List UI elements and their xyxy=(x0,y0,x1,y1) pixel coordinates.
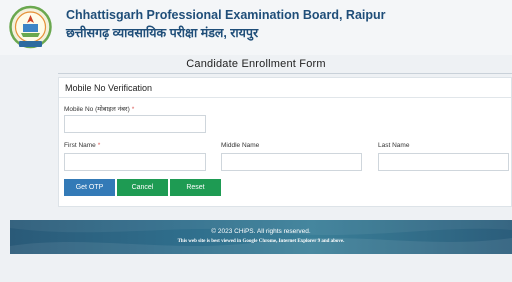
page-title: Candidate Enrollment Form xyxy=(186,58,326,70)
first-name-label-text: First Name xyxy=(64,142,96,149)
required-mark: * xyxy=(131,106,135,113)
mobile-label-text: Mobile No (मोबाइल नंबर) xyxy=(64,106,130,113)
last-name-label: Last Name xyxy=(378,142,410,149)
get-otp-button[interactable]: Get OTP xyxy=(64,179,115,196)
footer-wave-decoration xyxy=(10,220,512,254)
first-name-input[interactable] xyxy=(64,153,206,171)
mobile-label: Mobile No (मोबाइल नंबर) * xyxy=(64,104,134,113)
middle-name-label: Middle Name xyxy=(221,142,260,149)
site-footer: © 2023 CHiPS. All rights reserved. This … xyxy=(10,220,512,254)
section-title: Mobile No Verification xyxy=(65,83,153,93)
site-header: Chhattisgarh Professional Examination Bo… xyxy=(0,0,512,55)
footer-browser-note: This web site is best viewed in Google C… xyxy=(177,239,345,244)
org-name-hindi: छत्तीसगढ़ व्यावसायिक परीक्षा मंडल, रायपु… xyxy=(66,26,259,40)
vyapam-emblem-icon xyxy=(9,5,52,49)
reset-button[interactable]: Reset xyxy=(170,179,221,196)
first-name-label: First Name * xyxy=(64,142,100,149)
enrollment-form-card: Mobile No Verification Mobile No (मोबाइल… xyxy=(58,77,512,207)
org-name-english: Chhattisgarh Professional Examination Bo… xyxy=(66,8,386,22)
last-name-input[interactable] xyxy=(378,153,509,171)
mobile-input[interactable] xyxy=(64,115,206,133)
footer-copyright: © 2023 CHiPS. All rights reserved. xyxy=(211,228,311,235)
middle-name-input[interactable] xyxy=(221,153,362,171)
title-divider xyxy=(58,73,512,74)
required-mark: * xyxy=(97,142,101,149)
card-header: Mobile No Verification xyxy=(59,78,511,98)
cancel-button[interactable]: Cancel xyxy=(117,179,168,196)
